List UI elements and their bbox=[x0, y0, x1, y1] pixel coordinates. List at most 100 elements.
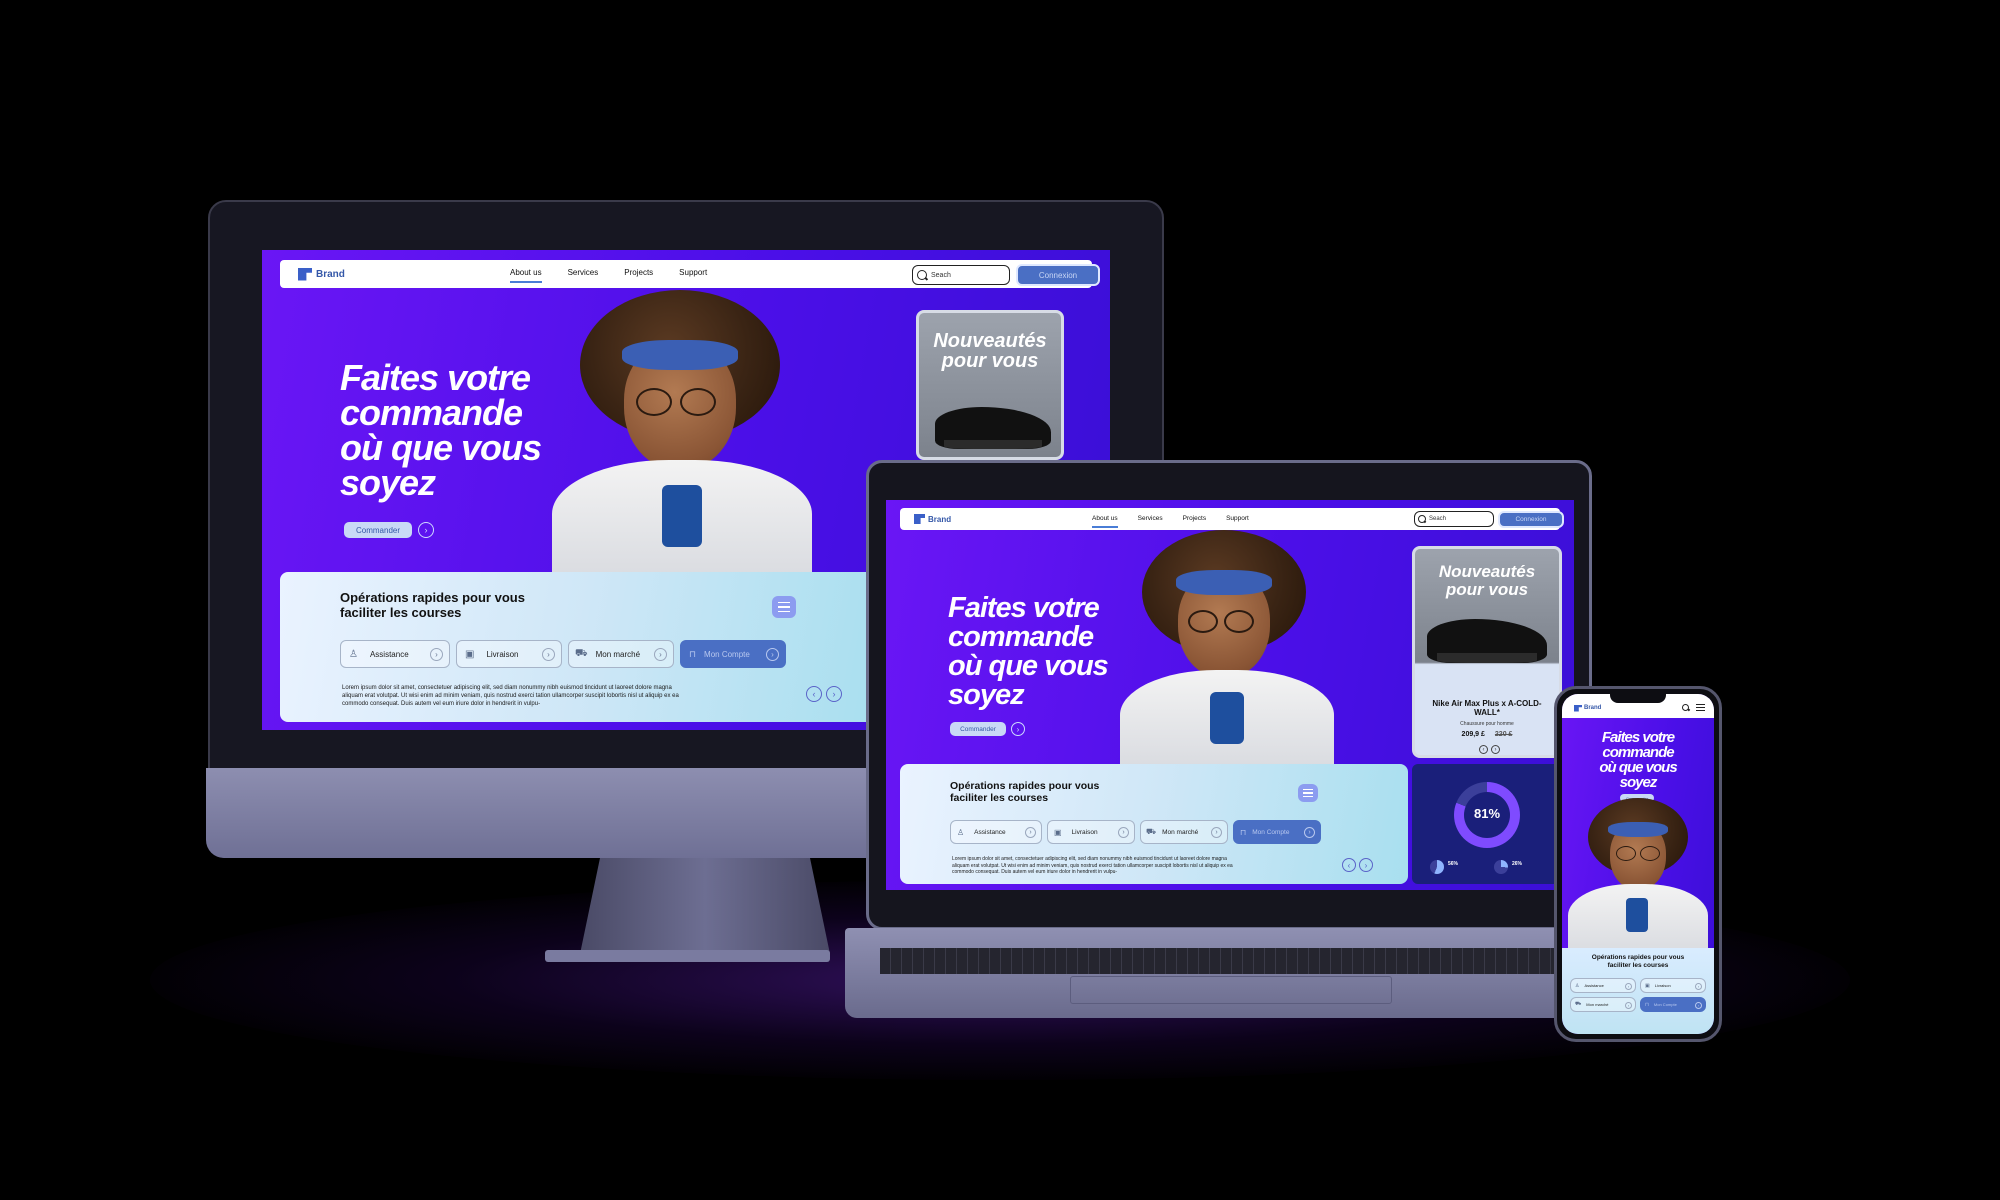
hero-photo bbox=[552, 290, 812, 580]
navbar: Brand About us Services Projects Support… bbox=[280, 260, 1100, 288]
search-input[interactable]: Seach bbox=[1414, 511, 1494, 527]
mon-compte-chip[interactable]: ⊓ Mon Compte › bbox=[680, 640, 786, 668]
laptop-site: Brand About us Services Projects Support… bbox=[886, 500, 1574, 890]
hero-title: Faites votre commande où que vous soyez bbox=[948, 592, 1109, 711]
brand-mark-icon bbox=[1574, 704, 1582, 712]
small-value-1: 56% bbox=[1448, 861, 1459, 867]
connexion-button[interactable]: Connexion bbox=[1498, 511, 1564, 528]
smartphone: Brand Faites votre commande où que vous … bbox=[1554, 686, 1722, 1042]
commander-button[interactable]: Commander bbox=[950, 722, 1006, 736]
brand-logo[interactable]: Brand bbox=[298, 267, 345, 281]
assistance-chip[interactable]: ♙ Assistance › bbox=[1570, 978, 1636, 993]
quick-operations-title: Opérations rapides pour vous faciliter l… bbox=[1591, 954, 1685, 969]
mobile-site: Brand Faites votre commande où que vous … bbox=[1562, 694, 1714, 1034]
chevron-right-icon: › bbox=[1118, 827, 1129, 838]
chevron-right-icon[interactable]: › bbox=[418, 522, 434, 538]
chevron-right-icon: › bbox=[1211, 827, 1222, 838]
small-donut-1 bbox=[1430, 860, 1444, 874]
brand-mark-icon bbox=[298, 267, 312, 281]
chevron-right-icon: › bbox=[1625, 983, 1632, 990]
mon-compte-chip[interactable]: ⊓ Mon Compte › bbox=[1640, 997, 1706, 1012]
search-placeholder: Seach bbox=[931, 271, 951, 279]
menu-icon[interactable] bbox=[772, 596, 796, 618]
hero-title: Faites votre commande où que vous soyez bbox=[340, 357, 542, 503]
livraison-chip[interactable]: ▣ Livraison › bbox=[1640, 978, 1706, 993]
box-icon: ▣ bbox=[1054, 827, 1062, 837]
chevron-right-icon: › bbox=[542, 648, 555, 661]
box-icon: ▣ bbox=[1645, 982, 1650, 989]
nav-about-us[interactable]: About us bbox=[1092, 515, 1118, 528]
chevron-right-icon[interactable]: › bbox=[826, 686, 842, 702]
nav-projects[interactable]: Projects bbox=[624, 268, 653, 277]
lock-icon: ⊓ bbox=[1240, 827, 1247, 837]
ops-pager: ‹ › bbox=[806, 686, 842, 702]
promo-card[interactable]: Nouveautés pour vous Nike Air Max Plus x… bbox=[1412, 546, 1562, 758]
promo-pager: ‹ › bbox=[1479, 745, 1500, 754]
chevron-left-icon[interactable]: ‹ bbox=[806, 686, 822, 702]
cart-icon: ⛟ bbox=[575, 647, 588, 659]
mon-marche-chip[interactable]: ⛟ Mon marché › bbox=[1570, 997, 1636, 1012]
livraison-chip[interactable]: ▣ Livraison › bbox=[456, 640, 562, 668]
quick-operations-panel: Opérations rapides pour vous faciliter l… bbox=[280, 572, 880, 722]
chevron-right-icon: › bbox=[1625, 1002, 1632, 1009]
monitor-foot bbox=[545, 950, 830, 962]
brand-mark-icon bbox=[914, 514, 925, 524]
connexion-button[interactable]: Connexion bbox=[1016, 264, 1100, 286]
hero-title: Faites votre commande où que vous soyez bbox=[1599, 729, 1677, 791]
menu-icon[interactable] bbox=[1298, 784, 1318, 802]
ops-pager: ‹ › bbox=[1342, 858, 1373, 872]
chevron-right-icon[interactable]: › bbox=[1491, 745, 1500, 754]
progress-value: 81% bbox=[1473, 806, 1501, 821]
livraison-chip[interactable]: ▣ Livraison › bbox=[1047, 820, 1135, 844]
small-donut-2 bbox=[1494, 860, 1508, 874]
navbar: Brand About us Services Projects Support… bbox=[900, 508, 1564, 530]
quick-operations-title: Opérations rapides pour vous faciliter l… bbox=[340, 590, 525, 620]
mon-marche-chip[interactable]: ⛟ Mon marché › bbox=[568, 640, 674, 668]
laptop-trackpad bbox=[1070, 976, 1392, 1004]
search-icon[interactable] bbox=[1682, 704, 1689, 711]
chevron-right-icon[interactable]: › bbox=[1011, 722, 1025, 736]
product-price: 209,9 £ bbox=[1461, 731, 1485, 738]
cart-icon: ⛟ bbox=[1146, 827, 1157, 836]
brand-logo[interactable]: Brand bbox=[1574, 704, 1602, 712]
chevron-left-icon[interactable]: ‹ bbox=[1479, 745, 1488, 754]
chevron-left-icon[interactable]: ‹ bbox=[1342, 858, 1356, 872]
ops-description: Lorem ipsum dolor sit amet, consectetuer… bbox=[342, 685, 679, 707]
search-input[interactable]: Seach bbox=[912, 265, 1010, 285]
nav-support[interactable]: Support bbox=[679, 268, 707, 277]
chevron-right-icon: › bbox=[430, 648, 443, 661]
search-icon bbox=[917, 270, 927, 280]
assistance-chip[interactable]: ♙ Assistance › bbox=[340, 640, 450, 668]
chevron-right-icon: › bbox=[1304, 827, 1315, 838]
mon-marche-chip[interactable]: ⛟ Mon marché › bbox=[1140, 820, 1228, 844]
product-old-price: 220 £ bbox=[1494, 731, 1513, 738]
chevron-right-icon: › bbox=[766, 648, 779, 661]
brand-logo[interactable]: Brand bbox=[914, 514, 951, 524]
lock-icon: ⊓ bbox=[1645, 1001, 1649, 1008]
product-subtitle: Chaussure pour homme bbox=[1460, 721, 1514, 727]
nav-support[interactable]: Support bbox=[1226, 515, 1249, 522]
chevron-right-icon: › bbox=[654, 648, 667, 661]
product-name: Nike Air Max Plus x A-COLD-WALL* bbox=[1432, 699, 1542, 717]
lock-icon: ⊓ bbox=[689, 648, 697, 659]
brand-name: Brand bbox=[1584, 705, 1602, 711]
quick-operations-panel: Opérations rapides pour vous faciliter l… bbox=[1562, 948, 1714, 1034]
box-icon: ▣ bbox=[465, 648, 475, 660]
brand-name: Brand bbox=[928, 514, 952, 524]
nav-services[interactable]: Services bbox=[1138, 515, 1163, 522]
hero-photo bbox=[1568, 798, 1708, 954]
nav-services[interactable]: Services bbox=[568, 268, 599, 277]
quick-operations-panel: Opérations rapides pour vous faciliter l… bbox=[900, 764, 1408, 884]
nav-projects[interactable]: Projects bbox=[1183, 515, 1206, 522]
nav-about-us[interactable]: About us bbox=[510, 268, 542, 283]
promo-card[interactable]: Nouveautés pour vous bbox=[916, 310, 1064, 460]
brand-name: Brand bbox=[316, 268, 345, 280]
mon-compte-chip[interactable]: ⊓ Mon Compte › bbox=[1233, 820, 1321, 844]
user-icon: ♙ bbox=[349, 648, 358, 660]
assistance-chip[interactable]: ♙ Assistance › bbox=[950, 820, 1042, 844]
chevron-right-icon[interactable]: › bbox=[1359, 858, 1373, 872]
search-icon bbox=[1418, 515, 1426, 523]
user-icon: ♙ bbox=[1575, 982, 1580, 989]
commander-button[interactable]: Commander bbox=[344, 522, 412, 538]
hero-cta: Commander › bbox=[344, 522, 434, 538]
